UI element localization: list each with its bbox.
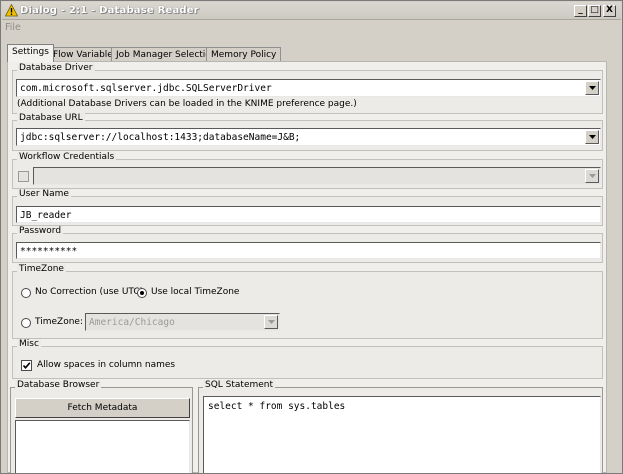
database-driver-dropdown-button[interactable] bbox=[585, 81, 599, 95]
timezone-label: TimeZone bbox=[17, 264, 66, 274]
minimize-button[interactable]: _ bbox=[574, 5, 587, 17]
sql-statement-group: SQL Statement select * from sys.tables bbox=[198, 380, 603, 473]
timezone-group: TimeZone No Correction (use UTC) Use loc… bbox=[12, 264, 603, 339]
title-bar[interactable]: Dialog - 2:1 - Database Reader _ □ X bbox=[2, 2, 621, 20]
settings-panel: Database Driver com.microsoft.sqlserver.… bbox=[7, 61, 607, 473]
window-title: Dialog - 2:1 - Database Reader bbox=[20, 5, 199, 16]
database-url-value: jdbc:sqlserver://localhost:1433;database… bbox=[20, 132, 301, 143]
timezone-value: America/Chicago bbox=[89, 317, 175, 328]
tab-settings-label: Settings bbox=[12, 47, 49, 57]
misc-group: Misc Allow spaces in column names bbox=[12, 339, 603, 379]
tab-flow-variables-label: Flow Variables bbox=[53, 50, 118, 60]
timezone-select[interactable]: America/Chicago bbox=[85, 313, 280, 331]
allow-spaces-checkbox[interactable] bbox=[21, 360, 32, 371]
timezone-dropdown-button[interactable] bbox=[264, 315, 278, 329]
chevron-down-icon bbox=[589, 174, 596, 178]
no-correction-radio[interactable] bbox=[21, 288, 31, 298]
database-driver-label: Database Driver bbox=[17, 63, 95, 73]
database-driver-group: Database Driver com.microsoft.sqlserver.… bbox=[12, 63, 603, 114]
database-url-label: Database URL bbox=[17, 113, 85, 123]
timezone-option-label: TimeZone: bbox=[35, 317, 83, 327]
database-url-group: Database URL jdbc:sqlserver://localhost:… bbox=[12, 113, 603, 151]
fetch-metadata-button[interactable]: Fetch Metadata bbox=[15, 398, 190, 418]
tab-memory-policy-label: Memory Policy bbox=[211, 50, 277, 60]
misc-label: Misc bbox=[17, 339, 41, 349]
user-name-label: User Name bbox=[17, 189, 71, 199]
tab-job-manager-selection[interactable]: Job Manager Selection bbox=[111, 47, 222, 62]
minimize-icon: _ bbox=[578, 5, 583, 15]
database-browser-tree[interactable] bbox=[15, 420, 190, 473]
maximize-button[interactable]: □ bbox=[588, 5, 601, 17]
workflow-credentials-label: Workflow Credentials bbox=[17, 152, 117, 162]
dialog-window: Dialog - 2:1 - Database Reader _ □ X Fil… bbox=[0, 0, 623, 474]
maximize-icon: □ bbox=[590, 5, 599, 15]
database-browser-label: Database Browser bbox=[15, 380, 102, 390]
fetch-metadata-label: Fetch Metadata bbox=[67, 403, 138, 413]
sql-statement-editor[interactable]: select * from sys.tables bbox=[203, 396, 601, 473]
tab-memory-policy[interactable]: Memory Policy bbox=[206, 47, 282, 62]
user-name-input[interactable]: JB_reader bbox=[16, 206, 601, 223]
checkmark-icon bbox=[22, 362, 31, 370]
workflow-credentials-group: Workflow Credentials bbox=[12, 152, 603, 189]
workflow-credentials-dropdown-button[interactable] bbox=[585, 169, 599, 183]
sql-statement-text: select * from sys.tables bbox=[208, 401, 346, 412]
chevron-down-icon bbox=[589, 135, 596, 139]
allow-spaces-label: Allow spaces in column names bbox=[37, 360, 176, 370]
chevron-down-icon bbox=[268, 320, 275, 324]
menu-file[interactable]: File bbox=[5, 22, 21, 33]
close-button[interactable]: X bbox=[603, 5, 616, 17]
password-value: ********** bbox=[20, 246, 78, 257]
driver-note: (Additional Database Drivers can be load… bbox=[17, 99, 357, 109]
close-icon: X bbox=[606, 5, 613, 15]
password-label: Password bbox=[17, 226, 64, 236]
tab-settings[interactable]: Settings bbox=[7, 44, 54, 62]
workflow-credentials-checkbox[interactable] bbox=[18, 171, 29, 182]
database-browser-group: Database Browser Fetch Metadata bbox=[10, 380, 193, 473]
timezone-radio[interactable] bbox=[21, 318, 31, 328]
database-url-select[interactable]: jdbc:sqlserver://localhost:1433;database… bbox=[16, 128, 601, 146]
database-driver-select[interactable]: com.microsoft.sqlserver.jdbc.SQLServerDr… bbox=[16, 79, 601, 97]
radio-selected-dot bbox=[140, 291, 144, 295]
password-input[interactable]: ********** bbox=[16, 242, 601, 259]
sql-statement-label: SQL Statement bbox=[203, 380, 276, 390]
database-url-dropdown-button[interactable] bbox=[585, 130, 599, 144]
password-group: Password ********** bbox=[12, 226, 603, 263]
local-timezone-radio[interactable] bbox=[137, 288, 147, 298]
tab-job-manager-selection-label: Job Manager Selection bbox=[116, 50, 217, 60]
no-correction-label: No Correction (use UTC) bbox=[35, 287, 144, 297]
warning-icon bbox=[5, 4, 18, 17]
local-timezone-label: Use local TimeZone bbox=[151, 287, 240, 297]
workflow-credentials-select[interactable] bbox=[33, 167, 601, 185]
menu-bar: File bbox=[5, 22, 21, 33]
user-name-value: JB_reader bbox=[20, 210, 72, 221]
user-name-group: User Name JB_reader bbox=[12, 189, 603, 226]
database-driver-value: com.microsoft.sqlserver.jdbc.SQLServerDr… bbox=[20, 83, 272, 94]
chevron-down-icon bbox=[589, 86, 596, 90]
